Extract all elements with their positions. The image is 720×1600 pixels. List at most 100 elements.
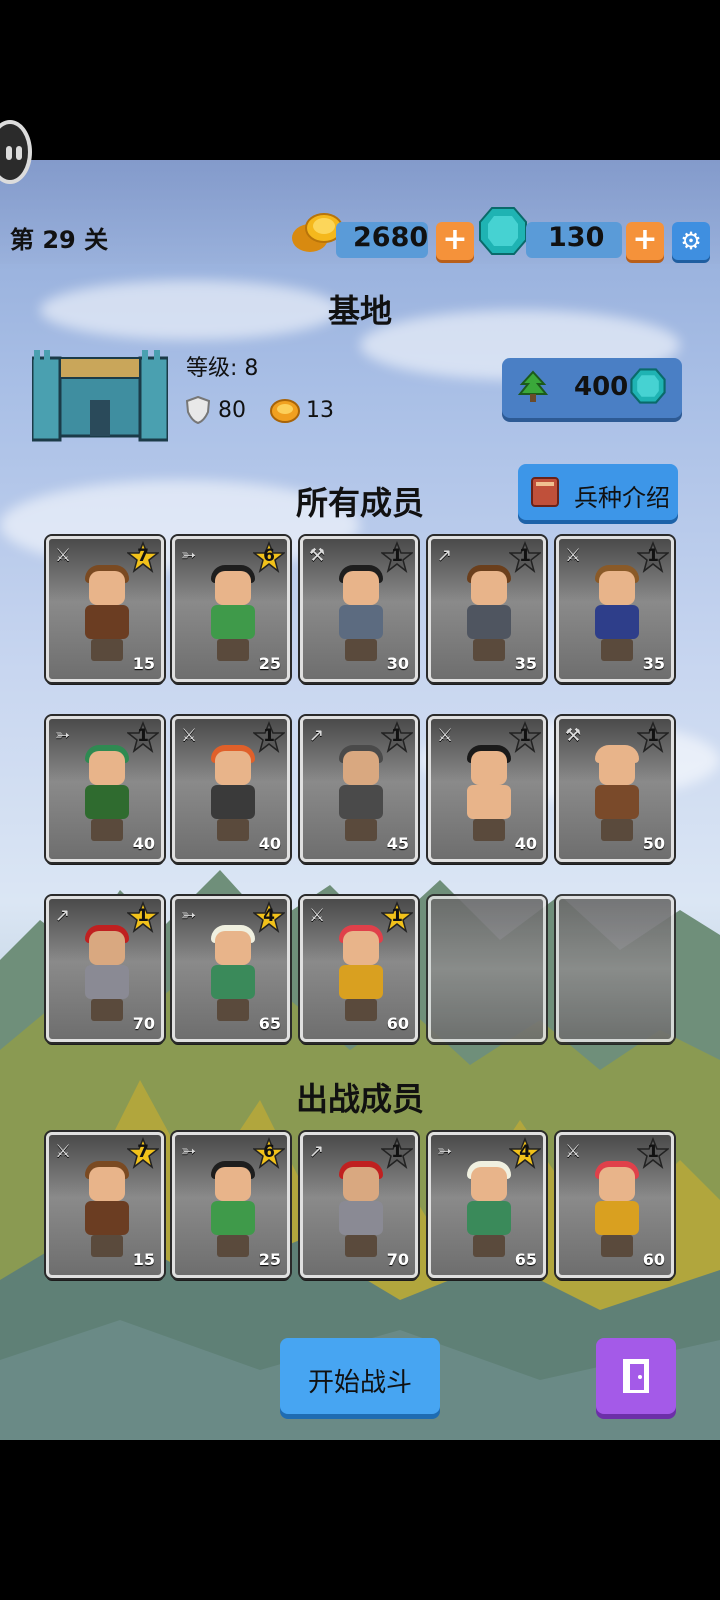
unit-cost: 65 <box>258 1014 281 1033</box>
star-icon: 1 <box>637 721 669 753</box>
sword-icon: ⚔ <box>55 1141 72 1162</box>
star-icon: 1 <box>127 901 159 933</box>
member-card[interactable]: ➳ 4 65 <box>172 896 290 1042</box>
sword-icon: ⚔ <box>55 545 72 566</box>
star-level: 1 <box>647 1142 659 1162</box>
member-card[interactable]: ↗ 1 35 <box>428 536 546 682</box>
member-card[interactable]: ➳ 6 25 <box>172 536 290 682</box>
member-card[interactable]: ↗ 1 70 <box>300 1132 418 1278</box>
book-icon <box>528 474 564 514</box>
star-level: 1 <box>391 726 403 746</box>
star-icon: 6 <box>253 541 285 573</box>
member-card[interactable]: ↗ 1 70 <box>46 896 164 1042</box>
gold-value: 2680 <box>353 222 429 253</box>
member-card[interactable]: ⚔ 1 40 <box>428 716 546 862</box>
stage-label: 第 29 关 <box>10 226 109 254</box>
unit-cost: 40 <box>132 834 155 853</box>
star-level: 1 <box>137 726 149 746</box>
unit-cost: 35 <box>514 654 537 673</box>
unit-cost: 40 <box>258 834 281 853</box>
unit-cost: 35 <box>642 654 665 673</box>
sword-icon: ⚔ <box>565 1141 582 1162</box>
member-card[interactable]: ⚒ 1 50 <box>556 716 674 862</box>
unit-cost: 45 <box>386 834 409 853</box>
star-level: 1 <box>263 726 275 746</box>
member-card[interactable]: ↗ 1 45 <box>300 716 418 862</box>
unit-avatar <box>205 1161 261 1259</box>
member-card[interactable]: ➳ 4 65 <box>428 1132 546 1278</box>
star-level: 4 <box>519 1142 531 1162</box>
star-level: 1 <box>391 906 403 926</box>
unit-avatar <box>333 565 389 663</box>
star-level: 1 <box>391 1142 403 1162</box>
add-gem-button[interactable]: + <box>626 222 664 260</box>
unit-avatar <box>205 745 261 843</box>
member-card[interactable]: ⚔ 1 60 <box>556 1132 674 1278</box>
spear-icon: ↗ <box>309 725 325 746</box>
add-gold-button[interactable]: + <box>436 222 474 260</box>
coin-income-icon <box>270 398 300 428</box>
empty-member-slot[interactable] <box>428 896 546 1042</box>
member-card[interactable]: ⚔ 7 15 <box>46 536 164 682</box>
empty-member-slot[interactable] <box>556 896 674 1042</box>
upgrade-cost: 400 <box>574 372 629 402</box>
settings-button[interactable]: ⚙ <box>672 222 710 260</box>
star-icon: 1 <box>381 721 413 753</box>
star-level: 1 <box>519 546 531 566</box>
unit-avatar <box>333 745 389 843</box>
member-card[interactable]: ⚔ 1 60 <box>300 896 418 1042</box>
member-card[interactable]: ⚔ 1 35 <box>556 536 674 682</box>
member-card[interactable]: ⚔ 7 15 <box>46 1132 164 1278</box>
star-icon: 1 <box>637 1137 669 1169</box>
axe-icon: ⚒ <box>565 725 582 746</box>
unit-cost: 25 <box>258 1250 281 1269</box>
sword-icon: ⚔ <box>181 725 198 746</box>
tree-up-icon <box>516 370 550 408</box>
member-card[interactable]: ⚔ 1 40 <box>172 716 290 862</box>
bow-icon: ➳ <box>181 905 197 926</box>
sword-icon: ⚔ <box>309 905 326 926</box>
star-level: 7 <box>137 546 149 566</box>
bow-icon: ➳ <box>55 725 71 746</box>
unit-avatar <box>205 925 261 1023</box>
exit-door-icon <box>622 1358 652 1398</box>
battle-members-title: 出战成员 <box>295 1080 424 1118</box>
gear-icon: ⚙ <box>680 227 702 255</box>
star-icon: 1 <box>509 721 541 753</box>
star-level: 6 <box>263 1142 275 1162</box>
unit-avatar <box>79 745 135 843</box>
status-area <box>0 0 720 160</box>
star-icon: 1 <box>127 721 159 753</box>
unit-avatar <box>79 565 135 663</box>
bow-icon: ➳ <box>181 1141 197 1162</box>
star-level: 4 <box>263 906 275 926</box>
star-level: 1 <box>391 546 403 566</box>
unit-cost: 60 <box>642 1250 665 1269</box>
star-level: 1 <box>647 546 659 566</box>
star-icon: 1 <box>509 541 541 573</box>
unit-cost: 15 <box>132 654 155 673</box>
bow-icon: ➳ <box>181 545 197 566</box>
unit-intro-label: 兵种介绍 <box>574 484 670 512</box>
gem-icon <box>478 206 528 256</box>
star-icon: 4 <box>509 1137 541 1169</box>
base-defense: 80 <box>218 398 246 423</box>
base-income: 13 <box>306 398 334 423</box>
unit-cost: 70 <box>132 1014 155 1033</box>
spear-icon: ↗ <box>437 545 453 566</box>
member-card[interactable]: ➳ 1 40 <box>46 716 164 862</box>
star-icon: 7 <box>127 541 159 573</box>
unit-avatar <box>333 1161 389 1259</box>
star-icon: 1 <box>381 901 413 933</box>
unit-avatar <box>461 745 517 843</box>
member-card[interactable]: ⚒ 1 30 <box>300 536 418 682</box>
unit-cost: 60 <box>386 1014 409 1033</box>
star-icon: 1 <box>253 721 285 753</box>
unit-avatar <box>589 565 645 663</box>
navigation-area <box>0 1440 720 1600</box>
star-icon: 1 <box>637 541 669 573</box>
member-card[interactable]: ➳ 6 25 <box>172 1132 290 1278</box>
exit-button[interactable] <box>596 1338 676 1414</box>
star-icon: 7 <box>127 1137 159 1169</box>
sword-icon: ⚔ <box>437 725 454 746</box>
